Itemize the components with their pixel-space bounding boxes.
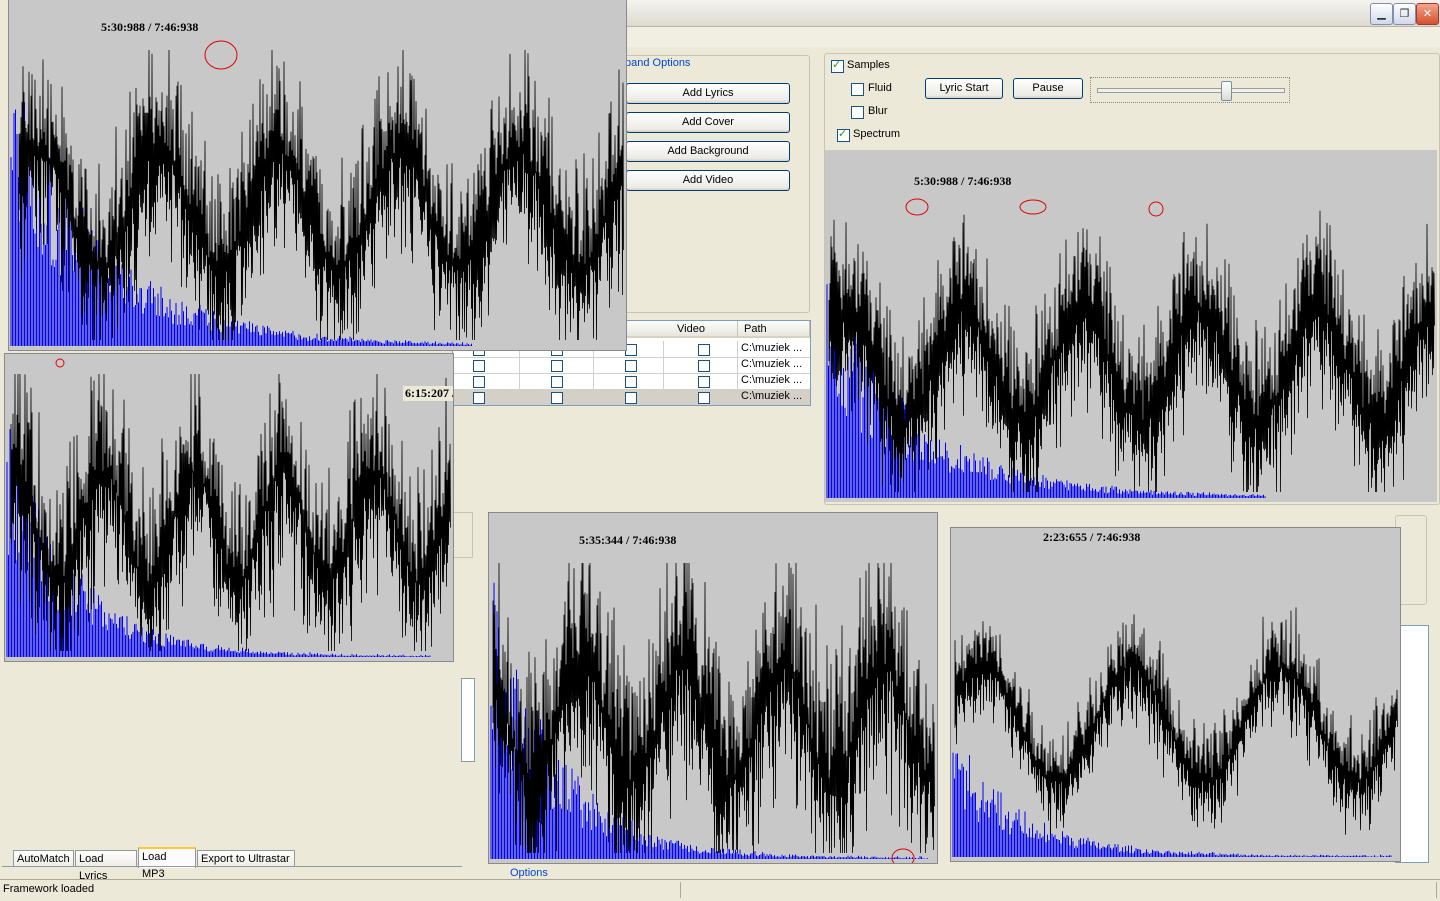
row-checkbox[interactable] [473, 392, 485, 404]
minimize-button[interactable]: ▁ [1370, 3, 1393, 25]
waveform-canvas [490, 562, 935, 863]
tab-load-mp3[interactable]: Load MP3 [138, 847, 196, 880]
visualizer-top-left: 5:30:988 / 7:46:938 [8, 0, 627, 351]
time-readout: 6:15:207 / 7:46:938 [403, 386, 453, 401]
pause-button[interactable]: Pause [1013, 78, 1083, 99]
row-checkbox[interactable] [551, 376, 563, 388]
spectrum-bars [952, 752, 1392, 857]
options-strip: Options [490, 864, 936, 879]
column-header-path[interactable]: Path [738, 321, 810, 338]
fluid-label: Fluid [868, 82, 892, 94]
slider-thumb[interactable] [1221, 81, 1233, 101]
status-bar: Framework loaded [0, 879, 1440, 901]
table-row[interactable]: C:\muziek ... [453, 389, 810, 405]
peak-marker [891, 848, 915, 863]
time-readout: 5:35:344 / 7:46:938 [579, 533, 677, 547]
peak-marker [1148, 201, 1164, 217]
waveform-canvas [826, 198, 1435, 498]
add-cover-button[interactable]: Add Cover [626, 112, 790, 133]
row-checkbox[interactable] [625, 360, 637, 372]
blur-label: Blur [868, 105, 888, 117]
visualizer-top-right: 5:30:988 / 7:46:938 [825, 150, 1437, 502]
row-checkbox[interactable] [698, 392, 710, 404]
spectrum-label: Spectrum [853, 128, 901, 140]
add-background-button[interactable]: Add Background [626, 141, 790, 162]
path-cell: C:\muziek ... [741, 390, 803, 402]
samples-checkbox[interactable] [831, 58, 844, 73]
path-cell: C:\muziek ... [741, 358, 803, 370]
status-separator [1436, 882, 1437, 898]
waveform-canvas [952, 607, 1398, 857]
visualizer-bottom-center: 5:35:344 / 7:46:938 [488, 512, 938, 864]
row-checkbox[interactable] [698, 376, 710, 388]
menu-strip [600, 27, 1440, 47]
path-cell: C:\muziek ... [741, 374, 803, 386]
time-readout: 5:30:988 / 7:46:938 [914, 174, 1012, 188]
table-cell [453, 389, 520, 405]
tab-export-ultrastar[interactable]: Export to Ultrastar [197, 850, 295, 867]
row-checkbox[interactable] [551, 392, 563, 404]
row-checkbox[interactable] [698, 344, 710, 356]
row-checkbox[interactable] [698, 360, 710, 372]
row-checkbox[interactable] [625, 392, 637, 404]
restore-button[interactable]: ❐ [1393, 3, 1416, 25]
waveform-line [10, 373, 451, 652]
path-cell: C:\muziek ... [741, 342, 803, 354]
expand-options-group: pand Options Add Lyrics Add Cover Add Ba… [610, 55, 810, 313]
time-readout: 2:23:655 / 7:46:938 [1043, 530, 1141, 544]
waveform-line [954, 607, 1398, 835]
peak-marker [55, 358, 65, 368]
table-cell [453, 357, 520, 373]
waveform-line [492, 562, 935, 854]
expand-options-title: pand Options [623, 57, 693, 69]
status-separator [680, 882, 681, 898]
row-checkbox[interactable] [625, 376, 637, 388]
visualizer-mid-left: 6:15:207 / 7:46:938 [4, 353, 454, 662]
table-cell [453, 373, 520, 389]
add-lyrics-button[interactable]: Add Lyrics [626, 83, 790, 104]
waveform-line [828, 210, 1435, 493]
waveform-canvas [6, 358, 451, 657]
status-text: Framework loaded [3, 883, 95, 895]
table-row[interactable]: C:\muziek ... [453, 357, 810, 374]
peak-marker [905, 198, 929, 216]
column-header-video[interactable]: Video [671, 321, 738, 338]
spectrum-checkbox[interactable] [837, 127, 850, 142]
blur-checkbox[interactable] [851, 106, 864, 119]
waveform-canvas [10, 40, 624, 346]
time-readout: 5:30:988 / 7:46:938 [101, 20, 199, 34]
row-checkbox[interactable] [551, 360, 563, 372]
title-bar: ▁ ❐ ✕ [600, 0, 1440, 27]
slider-track [1097, 88, 1285, 93]
tab-load-lyrics[interactable]: Load Lyrics [75, 850, 137, 882]
tab-automatch[interactable]: AutoMatch [13, 850, 74, 867]
add-video-button[interactable]: Add Video [626, 170, 790, 191]
peak-marker [1019, 199, 1047, 215]
list-stub [461, 678, 475, 762]
fluid-checkbox[interactable] [851, 83, 864, 96]
row-checkbox[interactable] [473, 360, 485, 372]
samples-label: Samples [847, 59, 890, 71]
table-row[interactable]: C:\muziek ... [453, 373, 810, 390]
tab-baseline [2, 866, 462, 867]
volume-slider[interactable] [1090, 77, 1290, 103]
lyric-start-button[interactable]: Lyric Start [925, 78, 1003, 99]
close-button[interactable]: ✕ [1416, 3, 1439, 25]
peak-marker [204, 40, 238, 70]
row-checkbox[interactable] [473, 376, 485, 388]
options-label: Options [510, 867, 548, 879]
visualizer-bottom-right: 2:23:655 / 7:46:938 [950, 527, 1401, 862]
panel-edge [452, 512, 473, 558]
